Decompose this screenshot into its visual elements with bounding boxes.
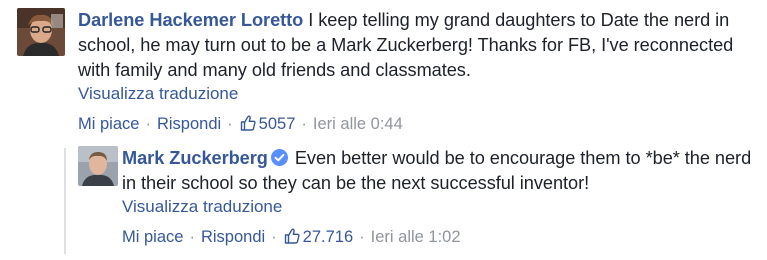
comment-body: Darlene Hackemer Loretto I keep telling … [78,8,758,135]
comment-timestamp[interactable]: Ieri alle 0:44 [313,115,403,133]
reactions-link[interactable]: 27.716 [283,228,353,246]
thumbs-up-icon [283,227,301,245]
separator-dot: · [145,115,151,133]
comment-author-link[interactable]: Mark Zuckerberg [122,148,268,168]
like-button[interactable]: Mi piace [122,228,183,246]
see-translation-link[interactable]: Visualizza traduzione [122,196,762,218]
comment-text-block: Mark Zuckerberg Even better would be to … [122,146,762,196]
separator-dot: · [189,228,195,246]
like-count: 5057 [258,115,296,133]
avatar[interactable] [17,8,65,56]
separator-dot: · [271,228,277,246]
comment-author-link[interactable]: Darlene Hackemer Loretto [78,10,303,30]
comment-actions: Mi piace · Rispondi · 27.716 · Ieri alle 1:02 [122,226,762,248]
like-button[interactable]: Mi piace [78,115,139,133]
reply-thread-line [64,148,66,254]
reactions-link[interactable]: 5057 [239,114,296,133]
thumbs-up-icon [239,114,257,132]
comment-timestamp[interactable]: Ieri alle 1:02 [371,228,461,246]
comments-thread: Darlene Hackemer Loretto I keep telling … [0,0,767,260]
like-count: 27.716 [302,228,354,246]
verified-badge-icon [270,149,288,166]
profile-photo [17,8,65,56]
reply-button[interactable]: Rispondi [201,228,265,246]
separator-dot: · [359,228,365,246]
see-translation-link[interactable]: Visualizza traduzione [78,83,758,105]
comment-actions: Mi piace · Rispondi · 5057 · Ieri alle 0:44 [78,113,758,135]
profile-photo [78,146,118,186]
separator-dot: · [227,115,233,133]
separator-dot: · [301,115,307,133]
reply-button[interactable]: Rispondi [157,115,221,133]
avatar[interactable] [78,146,118,186]
comment-text-block: Darlene Hackemer Loretto I keep telling … [78,8,758,83]
comment-body: Mark Zuckerberg Even better would be to … [122,146,762,248]
